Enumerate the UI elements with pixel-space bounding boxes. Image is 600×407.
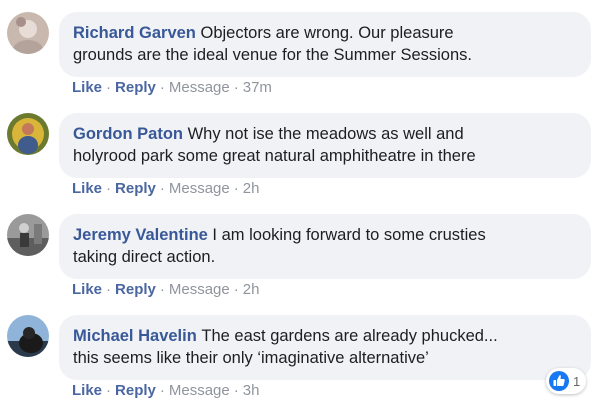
comment-text: taking direct action. <box>73 248 216 266</box>
separator-dot: · <box>159 281 165 298</box>
separator-dot: · <box>159 382 165 399</box>
separator-dot: · <box>159 79 165 96</box>
user-photo-icon <box>7 214 49 256</box>
separator-dot: · <box>106 382 112 399</box>
comment-timestamp[interactable]: 37m <box>243 79 272 96</box>
comment-bubble: Michael Havelin The east gardens are alr… <box>59 315 591 380</box>
separator-dot: · <box>106 79 112 96</box>
comment-actions: Like · Reply · Message · 2h <box>72 281 259 298</box>
comment-author[interactable]: Michael Havelin <box>73 327 197 345</box>
like-link[interactable]: Like <box>72 281 102 298</box>
reply-link[interactable]: Reply <box>115 180 156 197</box>
reaction-count-badge[interactable]: 1 <box>546 368 587 394</box>
reply-link[interactable]: Reply <box>115 382 156 399</box>
separator-dot: · <box>106 281 112 298</box>
comment-timestamp[interactable]: 2h <box>243 180 260 197</box>
user-photo-icon <box>7 315 49 357</box>
comment-text: holyrood park some great natural amphith… <box>73 147 476 165</box>
message-link[interactable]: Message <box>169 382 230 399</box>
comment-text: The east gardens are already phucked... <box>201 327 498 345</box>
reply-link[interactable]: Reply <box>115 79 156 96</box>
comment-text: Why not ise the meadows as well and <box>187 125 464 143</box>
separator-dot: · <box>233 180 239 197</box>
reply-link[interactable]: Reply <box>115 281 156 298</box>
reaction-count: 1 <box>573 373 581 389</box>
separator-dot: · <box>159 180 165 197</box>
separator-dot: · <box>233 281 239 298</box>
comment-bubble: Jeremy Valentine I am looking forward to… <box>59 214 591 279</box>
like-link[interactable]: Like <box>72 382 102 399</box>
like-thumb-icon <box>549 371 569 391</box>
comment-timestamp[interactable]: 2h <box>243 281 260 298</box>
comment-bubble: Gordon Paton Why not ise the meadows as … <box>59 113 591 178</box>
comment-author[interactable]: Gordon Paton <box>73 125 183 143</box>
user-photo-icon <box>7 12 49 54</box>
comment-bubble: Richard Garven Objectors are wrong. Our … <box>59 12 591 77</box>
comment-actions: Like · Reply · Message · 37m <box>72 79 272 96</box>
user-photo-icon <box>7 113 49 155</box>
separator-dot: · <box>106 180 112 197</box>
comment-text: grounds are the ideal venue for the Summ… <box>73 46 472 64</box>
avatar[interactable] <box>7 315 49 357</box>
avatar[interactable] <box>7 113 49 155</box>
comment-author[interactable]: Jeremy Valentine <box>73 226 208 244</box>
like-link[interactable]: Like <box>72 180 102 197</box>
comment-author[interactable]: Richard Garven <box>73 24 196 42</box>
message-link[interactable]: Message <box>169 180 230 197</box>
like-link[interactable]: Like <box>72 79 102 96</box>
comment-timestamp[interactable]: 3h <box>243 382 260 399</box>
avatar[interactable] <box>7 214 49 256</box>
comment-actions: Like · Reply · Message · 3h <box>72 382 259 399</box>
comment-text: I am looking forward to some crusties <box>212 226 486 244</box>
message-link[interactable]: Message <box>169 281 230 298</box>
comment-text: Objectors are wrong. Our pleasure <box>200 24 454 42</box>
comment-actions: Like · Reply · Message · 2h <box>72 180 259 197</box>
comment-text: this seems like their only ‘imaginative … <box>73 349 429 367</box>
avatar[interactable] <box>7 12 49 54</box>
separator-dot: · <box>233 79 239 96</box>
message-link[interactable]: Message <box>169 79 230 96</box>
separator-dot: · <box>233 382 239 399</box>
